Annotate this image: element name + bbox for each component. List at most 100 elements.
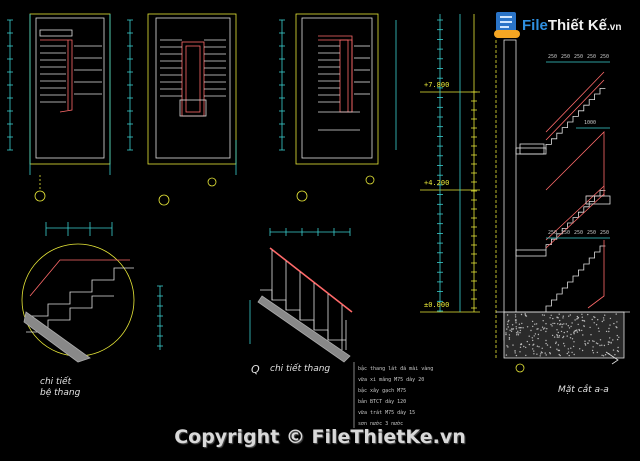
gravel-dot — [525, 346, 527, 349]
gravel-dot — [589, 326, 591, 329]
gravel-dot — [571, 338, 574, 340]
gravel-dot — [592, 352, 595, 354]
gravel-dot — [568, 354, 570, 357]
gravel-dot — [557, 349, 559, 351]
gravel-dot — [541, 326, 544, 328]
gravel-dot — [508, 319, 510, 322]
gravel-dot — [507, 321, 509, 323]
gravel-dot — [514, 314, 517, 316]
gravel-dot — [596, 351, 598, 354]
gravel-dot — [559, 319, 561, 322]
tread-dim-label: 250 — [600, 230, 610, 236]
gravel-dot — [581, 319, 584, 322]
gravel-dot — [567, 348, 569, 350]
logo-thietke: Thiết Kế — [547, 17, 608, 34]
gravel-dot — [520, 327, 522, 329]
gravel-dot — [558, 353, 560, 356]
tread-dim-label: 250 — [600, 54, 610, 60]
gravel-dot — [515, 354, 518, 357]
gravel-dot — [566, 331, 568, 333]
gravel-dot — [511, 324, 514, 326]
gravel-dot — [552, 322, 554, 325]
level-mid: +4.200 — [424, 179, 450, 187]
gravel-dot — [518, 323, 521, 325]
gravel-dot — [605, 330, 608, 333]
gravel-dot — [561, 323, 563, 326]
gravel-dot — [583, 320, 586, 322]
gravel-dot — [615, 313, 617, 315]
gravel-dot — [551, 334, 554, 337]
gravel-dot — [537, 328, 539, 330]
gravel-dot — [562, 335, 565, 338]
gravel-dot — [591, 318, 593, 321]
gravel-dot — [562, 315, 564, 317]
gravel-dot — [515, 322, 517, 324]
gravel-dot — [545, 339, 547, 342]
copyright-watermark: Copyright © FileThietKe.vn — [174, 426, 466, 448]
gravel-dot — [604, 314, 606, 316]
gravel-dot — [526, 326, 529, 328]
gravel-dot — [592, 340, 594, 342]
gravel-dot — [566, 352, 568, 355]
gravel-dot — [578, 329, 581, 332]
stair-plan-2 — [127, 13, 237, 206]
gravel-dot — [558, 336, 560, 338]
gravel-dot — [574, 329, 577, 332]
detail-step-circle — [21, 222, 163, 363]
gravel-dot — [550, 314, 552, 316]
gravel-dot — [537, 337, 539, 340]
gravel-dot — [577, 323, 579, 326]
gravel-dot — [525, 354, 527, 357]
gravel-dot — [556, 334, 558, 336]
logo-tld: .vn — [607, 22, 622, 33]
tread-dim-label: 250 — [548, 230, 558, 236]
gravel-dot — [558, 349, 561, 352]
gravel-dot — [559, 354, 561, 357]
filethietke-logo: FileThiết Kế.vn — [492, 6, 632, 46]
gravel-dot — [556, 336, 559, 338]
gravel-dot — [608, 327, 610, 330]
tread-dim-label: 250 — [561, 230, 571, 236]
gravel-dot — [530, 329, 532, 332]
gravel-dot — [512, 328, 515, 330]
gravel-dot — [563, 342, 565, 345]
gravel-dot — [587, 342, 589, 344]
gravel-dot — [576, 318, 578, 320]
gravel-dot — [507, 326, 509, 328]
gravel-dot — [537, 333, 540, 336]
upper-run-dim: 1000 — [584, 120, 597, 126]
gravel-dot — [519, 351, 521, 353]
gravel-dot — [556, 329, 558, 331]
caption-detail-rail: chi tiết thang — [270, 364, 331, 374]
gravel-dot — [581, 313, 583, 315]
gravel-dot — [514, 350, 516, 352]
gravel-dot — [511, 328, 513, 330]
gravel-dot — [567, 325, 569, 327]
gravel-dot — [615, 326, 617, 328]
gravel-dot — [520, 343, 522, 345]
gravel-dot — [557, 344, 560, 346]
gravel-dot — [588, 340, 590, 342]
gravel-dot — [536, 353, 538, 355]
gravel-dot — [581, 349, 584, 352]
gravel-dot — [597, 327, 600, 329]
gravel-dot — [544, 352, 546, 354]
stair-plan-3 — [279, 13, 397, 202]
gravel-dot — [515, 332, 518, 334]
gravel-dot — [545, 323, 547, 325]
gravel-dot — [532, 339, 534, 342]
gravel-dot — [560, 330, 563, 333]
gravel-dot — [562, 336, 564, 339]
gravel-dot — [546, 344, 549, 346]
gravel-dot — [542, 320, 544, 322]
gravel-dot — [505, 332, 507, 334]
gravel-dot — [569, 337, 572, 339]
tread-dim-label: 250 — [574, 230, 584, 236]
gravel-dot — [607, 341, 610, 343]
note-item: bậc thang lát đá mài vàng — [358, 366, 434, 372]
gravel-dot — [617, 346, 619, 349]
gravel-dot — [551, 325, 553, 327]
gravel-dot — [584, 344, 587, 346]
logo-file: File — [522, 17, 548, 34]
gravel-dot — [541, 352, 543, 354]
